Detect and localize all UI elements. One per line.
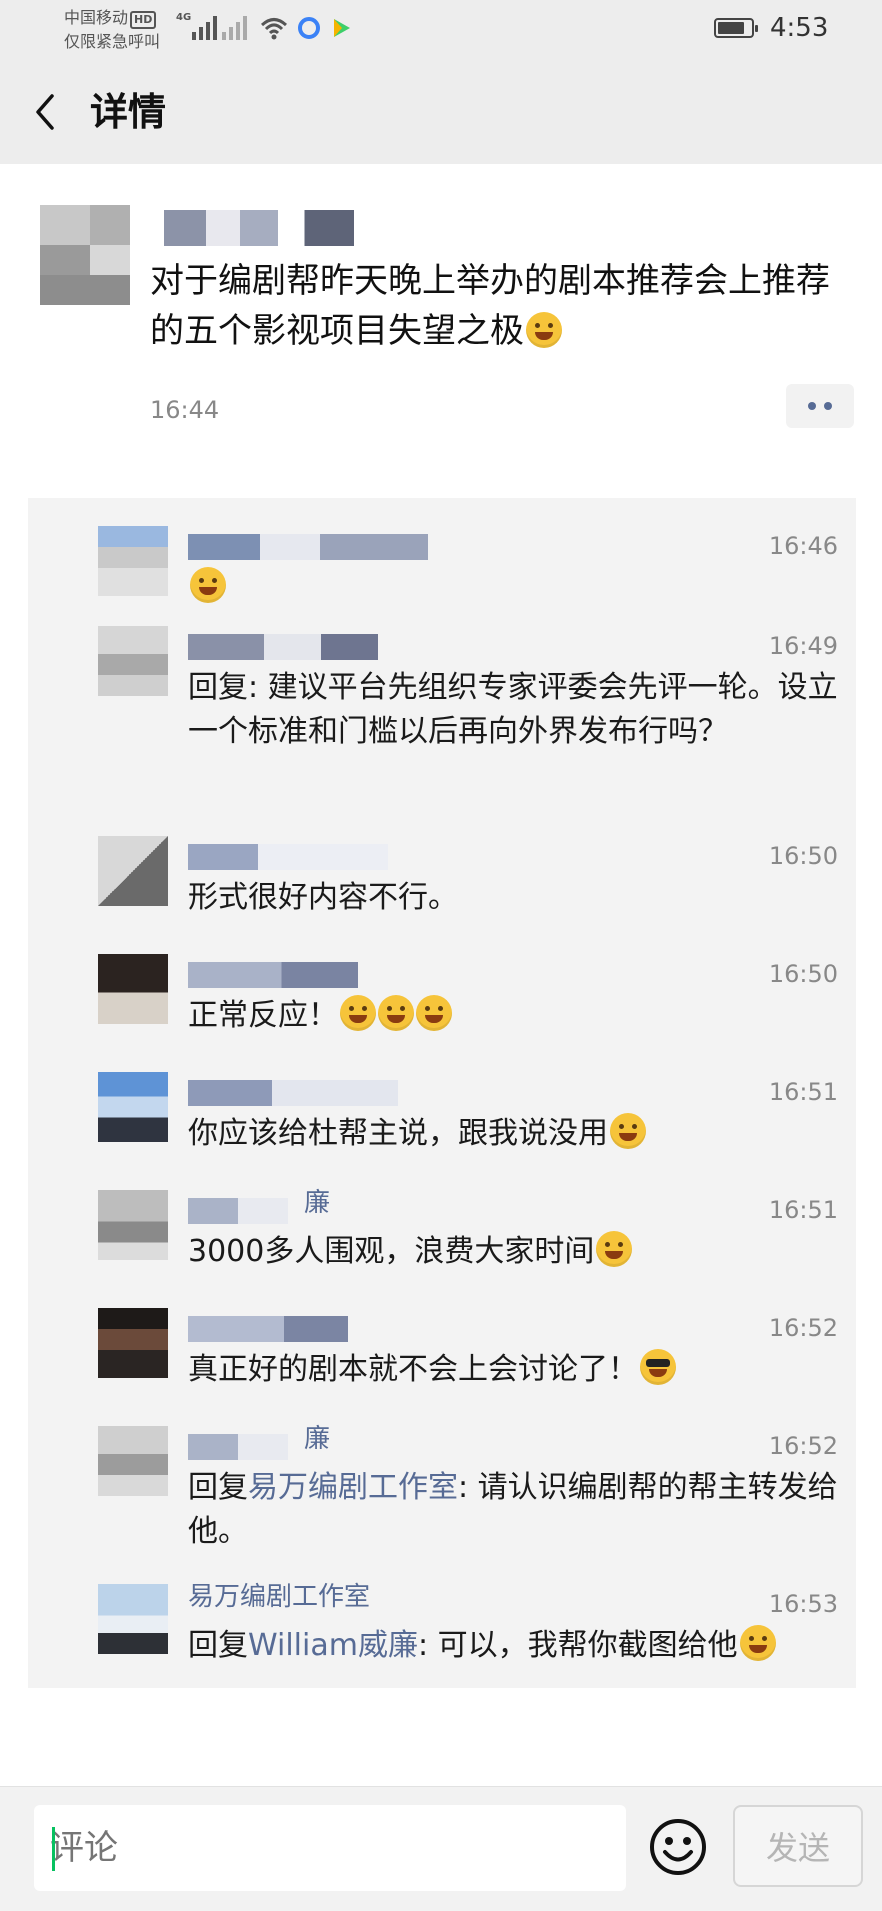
thinking-emoji: [340, 995, 376, 1031]
post-author-redacted: [164, 210, 354, 246]
avatar[interactable]: [98, 1308, 168, 1378]
comments-section: 16:46 16:49 回复: 建议平台先组织专家评委会先评一轮。设立一个标准和…: [28, 498, 856, 1688]
text-caret: [52, 1827, 55, 1871]
comment-item[interactable]: 16:50 形式很好内容不行。: [28, 826, 856, 944]
wifi-icon: [260, 18, 288, 40]
commenter-name-redacted: [188, 534, 428, 560]
post-text: 对于编剧帮昨天晚上举办的剧本推荐会上推荐的五个影视项目失望之极: [150, 256, 850, 356]
reply-prefix: 回复: [188, 1470, 248, 1505]
network-type: 4G: [176, 12, 192, 23]
hd-badge: HD: [130, 11, 157, 29]
back-icon[interactable]: [28, 90, 68, 134]
comment-text: 3000多人围观，浪费大家时间: [188, 1230, 848, 1274]
reply-text: : 可以，我帮你截图给他: [417, 1628, 738, 1663]
comment-time: 16:46: [768, 532, 838, 560]
comment-item[interactable]: 16:50 正常反应！: [28, 944, 856, 1062]
commenter-name-redacted: [188, 962, 358, 988]
avatar[interactable]: [98, 1426, 168, 1496]
comment-input[interactable]: [34, 1805, 626, 1891]
comment-time: 16:50: [768, 842, 838, 870]
dot-icon: [824, 402, 832, 410]
reply-prefix: 回复: [188, 1628, 248, 1663]
thinking-emoji: [416, 995, 452, 1031]
page-title: 详情: [90, 90, 167, 134]
tears-of-joy-emoji: [190, 567, 226, 603]
more-button[interactable]: [786, 384, 854, 428]
comment-text: 你应该给杜帮主说，跟我说没用: [188, 1112, 848, 1156]
post-text-content: 对于编剧帮昨天晚上举办的剧本推荐会上推荐的五个影视项目失望之极: [150, 261, 830, 351]
comment-item[interactable]: 16:46: [28, 516, 856, 616]
comment-time: 16:52: [768, 1314, 838, 1342]
commenter-name[interactable]: 易万编剧工作室: [188, 1580, 370, 1614]
avatar[interactable]: [98, 1584, 168, 1654]
comment-input-bar: 发送: [0, 1786, 882, 1911]
avatar[interactable]: [98, 1072, 168, 1142]
thinking-emoji: [378, 995, 414, 1031]
comment-text: 回复易万编剧工作室: 请认识编剧帮的帮主转发给他。: [188, 1466, 848, 1554]
commenter-name-redacted: [188, 844, 388, 870]
comment-text: 正常反应！: [188, 994, 848, 1038]
dot-icon: [808, 402, 816, 410]
emoji-picker-icon[interactable]: [648, 1817, 708, 1877]
commenter-name-redacted: [188, 1198, 288, 1224]
app-notification-icon: [298, 17, 320, 39]
signal-icon: [192, 14, 217, 40]
comment-content: 你应该给杜帮主说，跟我说没用: [188, 1116, 608, 1151]
avatar[interactable]: [98, 1190, 168, 1260]
comment-text: 回复: 建议平台先组织专家评委会先评一轮。设立一个标准和门槛以后再向外界发布行吗…: [188, 670, 838, 749]
grin-emoji: [610, 1113, 646, 1149]
comment-text: 形式很好内容不行。: [188, 880, 458, 915]
post-avatar[interactable]: [30, 205, 140, 305]
comment-time: 16:51: [768, 1196, 838, 1224]
comment-item[interactable]: 廉 16:51 3000多人围观，浪费大家时间: [28, 1180, 856, 1298]
comment-item[interactable]: 廉 16:52 回复易万编剧工作室: 请认识编剧帮的帮主转发给他。: [28, 1416, 856, 1574]
comment-content: 真正好的剧本就不会上会讨论了！: [188, 1352, 638, 1387]
comment-item[interactable]: 16:52 真正好的剧本就不会上会讨论了！: [28, 1298, 856, 1416]
comment-time: 16:51: [768, 1078, 838, 1106]
play-notification-icon: [334, 19, 350, 37]
commenter-name-redacted: [188, 1434, 288, 1460]
post-time: 16:44: [150, 396, 220, 424]
commenter-name[interactable]: 廉: [304, 1186, 330, 1220]
commenter-name[interactable]: 廉: [304, 1422, 330, 1456]
reply-target-link[interactable]: William威廉: [248, 1628, 418, 1663]
comment-time: 16:52: [768, 1432, 838, 1460]
avatar[interactable]: [98, 626, 168, 696]
comment-item[interactable]: 16:49 回复: 建议平台先组织专家评委会先评一轮。设立一个标准和门槛以后再向…: [28, 616, 856, 826]
carrier-info: 中国移动 HD 仅限紧急呼叫: [64, 6, 160, 54]
reply-target-link[interactable]: 易万编剧工作室: [248, 1470, 458, 1505]
commenter-name-redacted: [188, 1316, 348, 1342]
nav-bar: 详情: [0, 60, 882, 164]
comment-text: [188, 566, 848, 610]
comment-content: 3000多人围观，浪费大家时间: [188, 1234, 595, 1269]
commenter-name-redacted: [188, 634, 378, 660]
status-bar: 中国移动 HD 仅限紧急呼叫 4G 4:53: [0, 0, 882, 60]
comment-text: 真正好的剧本就不会上会讨论了！: [188, 1348, 848, 1392]
avatar[interactable]: [98, 526, 168, 596]
comment-content: 正常反应！: [188, 998, 338, 1033]
clock: 4:53: [770, 13, 829, 43]
sunglasses-emoji: [640, 1349, 676, 1385]
commenter-name-redacted: [188, 1080, 398, 1106]
avatar[interactable]: [98, 954, 168, 1024]
carrier-status: 仅限紧急呼叫: [64, 32, 161, 51]
sweat-laugh-emoji: [596, 1231, 633, 1267]
comment-text: 回复William威廉: 可以，我帮你截图给他: [188, 1624, 848, 1668]
send-button[interactable]: 发送: [733, 1805, 863, 1887]
comment-time: 16:50: [768, 960, 838, 988]
battery-icon: [714, 18, 758, 38]
signal-icon-secondary: [222, 14, 247, 40]
comment-item[interactable]: 16:51 你应该给杜帮主说，跟我说没用: [28, 1062, 856, 1180]
carrier-name: 中国移动: [64, 8, 129, 27]
comment-time: 16:53: [768, 1590, 838, 1618]
grin-emoji: [739, 1625, 776, 1661]
comment-time: 16:49: [768, 632, 838, 660]
comment-item[interactable]: 易万编剧工作室 16:53 回复William威廉: 可以，我帮你截图给他: [28, 1574, 856, 1688]
sweat-laugh-emoji: [526, 312, 562, 348]
avatar[interactable]: [98, 836, 168, 906]
